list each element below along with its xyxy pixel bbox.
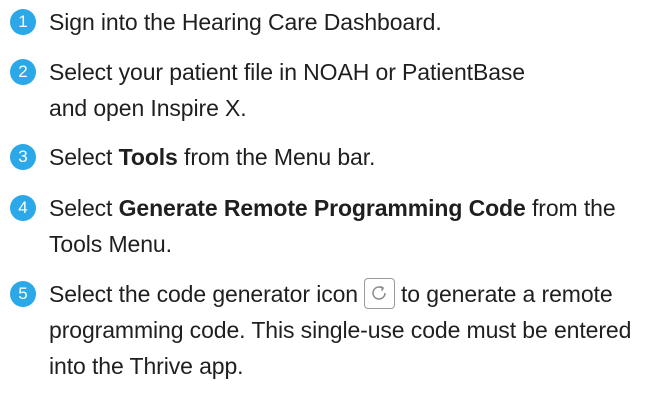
step-5: 5 Select the code generator icon to gener… [10,276,655,384]
step-4: 4 Select Generate Remote Programming Cod… [10,190,655,262]
menu-name-tools: Tools [118,144,178,170]
step-text: Select the code generator icon to generat… [49,276,649,384]
step-text: Select Tools from the Menu bar. [49,139,375,175]
step-3: 3 Select Tools from the Menu bar. [10,139,655,175]
step-number-badge: 3 [10,144,36,170]
step-text: Select your patient file in NOAH or Pati… [49,59,525,121]
step-text: Sign into the Hearing Care Dashboard. [49,9,442,35]
step-2: 2 Select your patient file in NOAH or Pa… [10,54,655,126]
step-text-lead: Select the code generator icon [49,281,358,307]
step-text-tail: from the Menu bar. [177,144,376,170]
code-generator-refresh-icon [363,278,395,309]
step-number-badge: 5 [10,281,36,307]
step-text: Select Generate Remote Programming Code … [49,190,649,262]
step-number-badge: 2 [10,59,36,85]
menu-item-generate-code: Generate Remote Programming Code [118,195,526,221]
step-text-lead: Select [49,195,119,221]
step-text-lead: Select [49,144,119,170]
step-number-badge: 1 [10,9,36,35]
step-1: 1 Sign into the Hearing Care Dashboard. [10,4,655,40]
instruction-steps: 1 Sign into the Hearing Care Dashboard. … [10,4,655,393]
step-number-badge: 4 [10,195,36,221]
